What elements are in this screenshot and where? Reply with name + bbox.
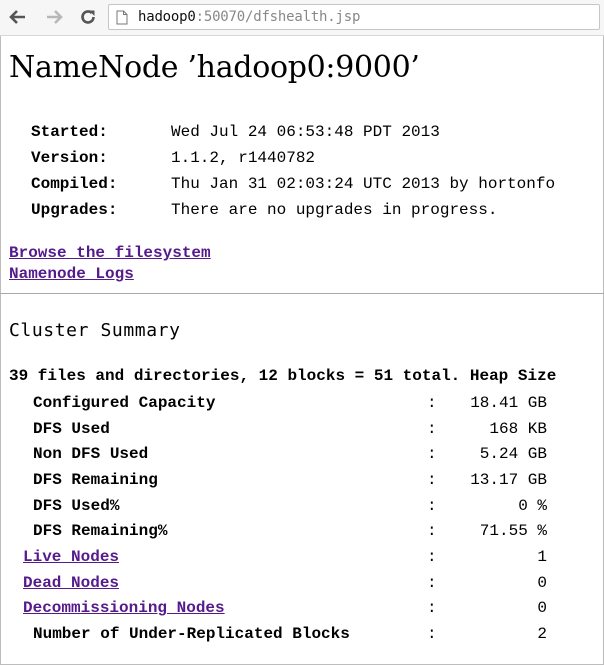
info-row-compiled: Compiled: Thu Jan 31 02:03:24 UTC 2013 b… <box>31 171 555 197</box>
stat-value: 0 <box>537 573 547 592</box>
stat-row: DFS Remaining : 13.17 GB <box>23 467 547 493</box>
stat-value: 71.55 % <box>479 522 547 541</box>
stat-value: 0 <box>537 599 547 618</box>
browse-filesystem-link[interactable]: Browse the filesystem <box>9 244 211 262</box>
stat-label: Non DFS Used <box>33 445 149 464</box>
page-title: NameNode ’hadoop0:9000’ <box>9 50 420 85</box>
stat-separator: : <box>427 393 437 412</box>
stat-label: Decommissioning Nodes <box>23 596 427 622</box>
url-host: hadoop0 <box>138 9 196 25</box>
stat-row: Non DFS Used : 5.24 GB <box>23 441 547 467</box>
stat-label: DFS Used% <box>33 496 120 515</box>
cluster-stats-table: Configured Capacity : 18.41 GB DFS Used … <box>23 390 547 647</box>
stat-label: Configured Capacity <box>33 393 216 412</box>
stat-row: Configured Capacity : 18.41 GB <box>23 390 547 416</box>
info-row-upgrades: Upgrades: There are no upgrades in progr… <box>31 197 555 223</box>
dead-nodes-link[interactable]: Dead Nodes <box>23 574 119 592</box>
stat-separator: : <box>427 445 437 464</box>
stat-label: Live Nodes <box>23 544 427 570</box>
browser-toolbar: hadoop0:50070/dfshealth.jsp <box>0 0 604 36</box>
info-label: Started: <box>31 123 108 141</box>
info-label: Upgrades: <box>31 201 118 219</box>
decommissioning-nodes-link[interactable]: Decommissioning Nodes <box>23 599 225 617</box>
stat-separator: : <box>427 419 437 438</box>
stat-value: 5.24 GB <box>479 445 547 464</box>
stat-row: DFS Used : 168 KB <box>23 416 547 442</box>
stat-value: 168 KB <box>489 419 547 438</box>
stat-row: Decommissioning Nodes : 0 <box>23 596 547 622</box>
back-arrow-icon <box>9 10 25 24</box>
stat-value: 1 <box>537 547 547 566</box>
stat-value: 18.41 GB <box>470 393 547 412</box>
stat-label: Number of Under-Replicated Blocks <box>33 625 350 644</box>
reload-button[interactable] <box>76 5 100 29</box>
cluster-summary-heading: Cluster Summary <box>9 320 181 341</box>
stat-label: Dead Nodes <box>23 570 427 596</box>
stat-separator: : <box>427 470 437 489</box>
stat-value: 0 % <box>518 496 547 515</box>
stat-label: DFS Remaining% <box>33 522 168 541</box>
info-label: Version: <box>31 149 108 167</box>
info-value: Thu Jan 31 02:03:24 UTC 2013 by hortonfo <box>171 175 556 193</box>
info-value: 1.1.2, r1440782 <box>171 149 316 167</box>
stat-value: 2 <box>537 625 547 644</box>
stat-separator: : <box>427 547 437 566</box>
stat-separator: : <box>427 573 437 592</box>
info-label: Compiled: <box>31 175 118 193</box>
namenode-logs-link[interactable]: Namenode Logs <box>9 265 134 283</box>
forward-arrow-icon <box>47 10 63 24</box>
stat-separator: : <box>427 599 437 618</box>
stat-row: Dead Nodes : 0 <box>23 570 547 596</box>
info-value: There are no upgrades in progress. <box>171 201 498 219</box>
url-path: :50070/dfshealth.jsp <box>195 9 361 25</box>
summary-line: 39 files and directories, 12 blocks = 51… <box>9 367 557 385</box>
namenode-info-table: Started: Wed Jul 24 06:53:48 PDT 2013 Ve… <box>31 119 555 223</box>
page-icon <box>116 8 132 26</box>
stat-row: DFS Used% : 0 % <box>23 493 547 519</box>
stat-value: 13.17 GB <box>470 470 547 489</box>
info-row-started: Started: Wed Jul 24 06:53:48 PDT 2013 <box>31 119 555 145</box>
divider <box>0 293 604 294</box>
address-bar[interactable]: hadoop0:50070/dfshealth.jsp <box>108 4 600 30</box>
live-nodes-link[interactable]: Live Nodes <box>23 548 119 566</box>
stat-row: Live Nodes : 1 <box>23 544 547 570</box>
info-value: Wed Jul 24 06:53:48 PDT 2013 <box>171 123 440 141</box>
stat-separator: : <box>427 496 437 515</box>
forward-button[interactable] <box>42 5 66 29</box>
url-text: hadoop0:50070/dfshealth.jsp <box>138 9 360 25</box>
reload-icon <box>81 10 95 24</box>
stat-label: DFS Used <box>33 419 110 438</box>
stat-row: Number of Under-Replicated Blocks : 2 <box>23 621 547 647</box>
back-button[interactable] <box>6 5 30 29</box>
stat-separator: : <box>427 522 437 541</box>
stat-row: DFS Remaining% : 71.55 % <box>23 518 547 544</box>
info-row-version: Version: 1.1.2, r1440782 <box>31 145 555 171</box>
stat-label: DFS Remaining <box>33 470 158 489</box>
page-links: Browse the filesystem Namenode Logs <box>9 243 211 285</box>
stat-separator: : <box>427 625 437 644</box>
